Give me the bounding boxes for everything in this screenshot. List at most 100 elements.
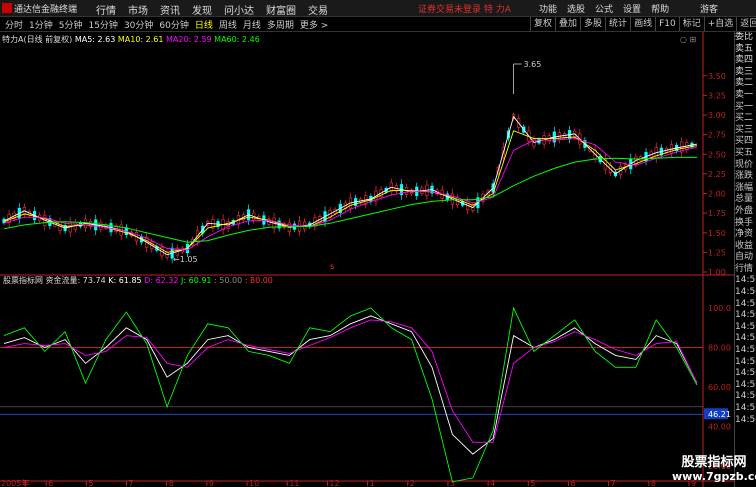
price-axis-label: 1.25	[708, 248, 726, 257]
app-title: 通达信金融终端	[14, 5, 78, 15]
right-menu-item-4[interactable]: 帮助	[646, 1, 674, 16]
quote-label-16: 换手	[735, 217, 754, 228]
quote-label-21: 14:50	[735, 275, 756, 286]
period-tab-6[interactable]: 日线	[192, 18, 216, 31]
period-tab-2[interactable]: 5分钟	[56, 18, 86, 31]
menu-item-3[interactable]: 发现	[186, 1, 218, 18]
main-chart-info: 特力A(日线 前复权) MA5: 2.63 MA10: 2.61 MA20: 2…	[2, 34, 260, 45]
quote-label-2: 卖四	[735, 55, 754, 66]
quote-label-23: 14:50	[735, 298, 756, 309]
menu-item-6[interactable]: 交易	[302, 1, 334, 18]
period-tab-4[interactable]: 30分钟	[121, 18, 156, 31]
chart-toolbar: 分时 1分钟 5分钟 15分钟 30分钟 60分钟 日线 周线 月线 多周期 更多 > 复权 叠加 多股…	[0, 17, 756, 32]
quote-label-0: 委比	[735, 32, 754, 42]
indicator-axis-label: 60.00	[708, 383, 731, 392]
quote-label-19: 自动	[735, 252, 754, 263]
quote-panel: 委比 卖五 卖四 卖三 卖二 卖一 买一 买二 买三 买四 买五 现价 涨跌 涨幅 总量 外盘 换手 净资 收益 自动…	[734, 32, 756, 487]
guest-label[interactable]: 游客	[700, 2, 718, 15]
chart-tools: 复权 叠加 多股 统计 画线 F10 标记 +自选 返回	[530, 17, 756, 31]
period-tab-10[interactable]: 更多 >	[297, 18, 331, 31]
price-axis-label: 3.00	[708, 111, 726, 120]
high-annotation: 3.65	[524, 60, 542, 69]
time-axis-label: 11	[289, 479, 299, 487]
indicator-axis-label: 40.00	[708, 423, 731, 432]
time-axis-label: 10	[249, 479, 259, 487]
time-axis-label: 5	[88, 479, 93, 487]
price-axis-label: 3.50	[708, 72, 726, 81]
menu-item-2[interactable]: 资讯	[154, 1, 186, 18]
quote-label-10: 买五	[735, 147, 754, 158]
menu-item-1[interactable]: 市场	[122, 1, 154, 18]
tool-button-6[interactable]: 标记	[678, 17, 704, 31]
time-axis-label: 12	[329, 479, 339, 487]
quote-label-20: 行情	[735, 263, 754, 274]
tool-button-0[interactable]: 复权	[530, 17, 555, 31]
period-tab-9[interactable]: 多周期	[264, 18, 297, 31]
watermark-name: 股票指标网	[681, 455, 747, 470]
right-menu-item-3[interactable]: 设置	[618, 1, 646, 16]
period-tabs: 分时 1分钟 5分钟 15分钟 30分钟 60分钟 日线 周线 月线 多周期 更多 >	[2, 18, 331, 31]
tool-button-4[interactable]: 画线	[630, 17, 655, 31]
quote-label-22: 14:50	[735, 287, 756, 298]
right-menu-item-2[interactable]: 公式	[590, 1, 618, 16]
time-axis-label: 8	[169, 479, 174, 487]
indicator-title: 股票指标网 资金流量: 73.74	[3, 275, 108, 285]
kline-chart[interactable]: 3.50 3.25 3.00 2.75 2.50 2.25 2.00 1.75 1.50 1.25…	[0, 32, 734, 487]
series-ma5-line	[3, 115, 698, 256]
login-warning[interactable]: 证券交易未登录 特 力A	[418, 2, 511, 15]
menu-item-5[interactable]: 财富圈	[260, 1, 302, 18]
quote-label-18: 收益	[735, 240, 754, 251]
series-j-line	[3, 306, 698, 483]
price-axis-label: 2.25	[708, 170, 726, 179]
right-menu-item-1[interactable]: 选股	[562, 1, 590, 16]
ma-value-1: MA10: 2.61	[115, 35, 164, 44]
quote-label-12: 涨跌	[735, 171, 754, 182]
series-d-line	[3, 319, 698, 443]
right-menu-item-0[interactable]: 功能	[534, 1, 562, 16]
panel-controls-icon: ○ ⊞	[680, 35, 696, 44]
menu-item-0[interactable]: 行情	[90, 1, 122, 18]
period-tab-0[interactable]: 分时	[2, 18, 26, 31]
quote-label-9: 买四	[735, 136, 754, 147]
quote-label-27: 14:50	[735, 345, 756, 356]
indicator-axis-label: 46.21	[708, 410, 731, 419]
time-axis-label: 2005年	[1, 478, 29, 487]
time-axis-label: 6	[48, 479, 53, 487]
time-axis-label: 8	[651, 479, 656, 487]
tool-button-2[interactable]: 多股	[580, 17, 605, 31]
time-axis-label: 3	[450, 479, 455, 487]
quote-label-3: 卖三	[735, 66, 754, 77]
time-axis-label: 7	[611, 479, 616, 487]
quote-label-25: 14:50	[735, 321, 756, 332]
tool-button-3[interactable]: 统计	[605, 17, 630, 31]
ma-value-3: MA60: 2.46	[211, 35, 260, 44]
tool-button-7[interactable]: +自选	[703, 17, 737, 31]
time-axis-label: 9	[209, 479, 214, 487]
time-axis-label: 5	[530, 479, 535, 487]
tool-button-8[interactable]: 返回	[736, 17, 756, 31]
menu-item-4[interactable]: 问小达	[218, 1, 260, 18]
watermark-url: www.7gpzb.com	[672, 470, 756, 483]
tool-button-1[interactable]: 叠加	[555, 17, 580, 31]
tool-button-5[interactable]: F10	[655, 17, 679, 31]
watermark: 股票指标网 www.7gpzb.com	[672, 455, 756, 483]
period-tab-8[interactable]: 月线	[240, 18, 264, 31]
app-logo-icon	[2, 3, 12, 13]
quote-label-11: 现价	[735, 159, 754, 170]
time-axis-label: 6	[570, 479, 575, 487]
quote-label-4: 卖二	[735, 78, 754, 89]
quote-label-33: 14:50	[735, 414, 756, 425]
chart-title: 特力A(日线 前复权)	[2, 35, 73, 44]
period-tab-1[interactable]: 1分钟	[26, 18, 56, 31]
period-tab-5[interactable]: 60分钟	[156, 18, 191, 31]
ma-value-2: MA20: 2.59	[163, 35, 212, 44]
quote-label-6: 买一	[735, 101, 754, 112]
period-tab-3[interactable]: 15分钟	[85, 18, 120, 31]
price-axis-label: 2.75	[708, 131, 726, 140]
quote-label-15: 外盘	[735, 205, 754, 216]
period-tab-7[interactable]: 周线	[216, 18, 240, 31]
quote-label-31: 14:50	[735, 391, 756, 402]
series-ma10-line	[3, 130, 698, 253]
quote-label-7: 买二	[735, 113, 754, 124]
indicator-value-2: J: 60.91	[180, 276, 214, 285]
